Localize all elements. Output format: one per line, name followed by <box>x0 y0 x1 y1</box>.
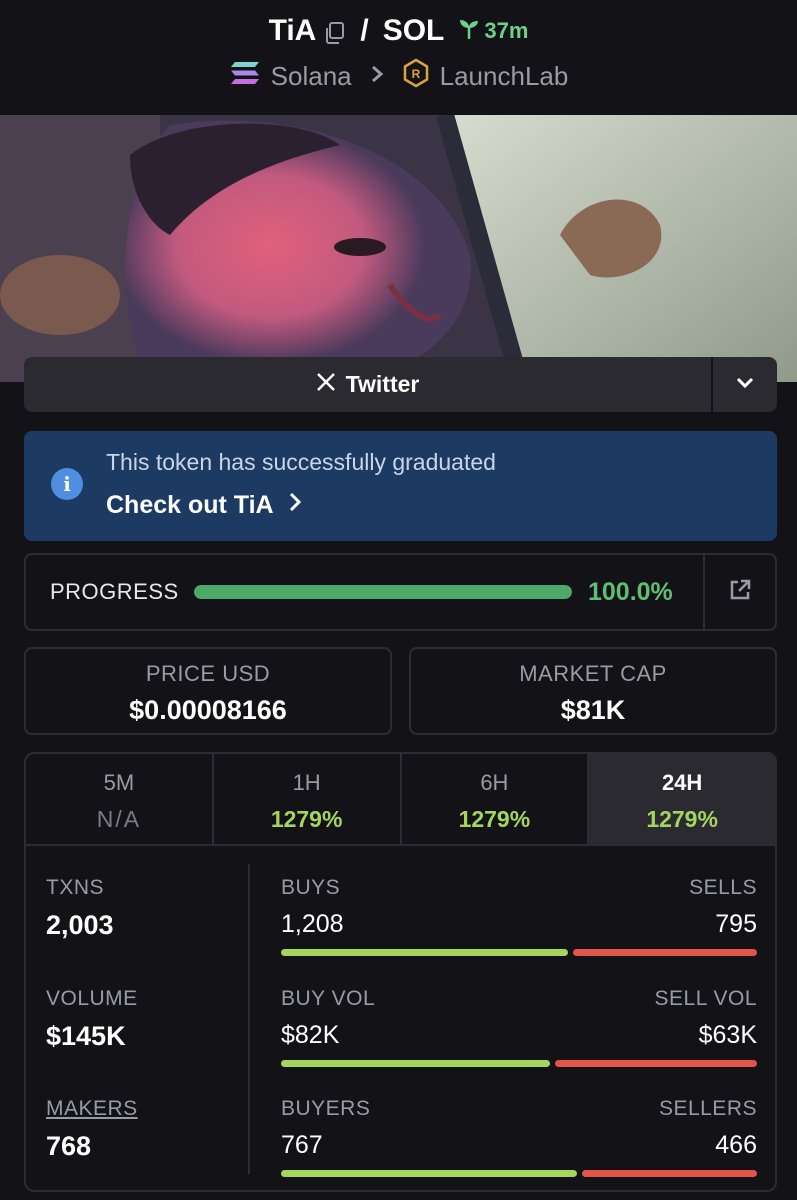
notice-message: This token has successfully graduated <box>106 449 496 475</box>
tab-change: 1279% <box>458 806 531 832</box>
chevron-right-icon <box>370 63 384 91</box>
progress-value: 100.0% <box>588 577 673 606</box>
buy-vol-bar <box>281 1060 551 1067</box>
volume-value: $145K <box>46 1021 126 1051</box>
tab-5m[interactable]: 5M N/A <box>26 754 214 844</box>
token-symbol: TiA <box>268 14 317 47</box>
bonding-progress: PROGRESS 100.0% <box>24 553 777 631</box>
sellers-label: SELLERS <box>658 1097 757 1120</box>
buyers-label: BUYERS <box>281 1097 371 1120</box>
progress-track <box>194 585 572 599</box>
buys-value: 1,208 <box>281 910 344 938</box>
makers-value: 768 <box>46 1131 92 1161</box>
sells-label: SELLS <box>689 876 757 899</box>
makers-link[interactable]: MAKERS <box>46 1097 138 1121</box>
progress-fill <box>194 585 572 599</box>
open-external-button[interactable] <box>703 555 775 629</box>
tab-1h[interactable]: 1H 1279% <box>214 754 402 844</box>
sellers-value: 466 <box>715 1131 757 1159</box>
market-cap-card: MARKET CAP $81K <box>409 647 777 735</box>
txns-value: 2,003 <box>46 910 114 940</box>
sprout-icon <box>458 17 480 45</box>
pair-title: TiA / SOL 37m <box>0 14 797 48</box>
market-cap-value: $81K <box>560 695 626 725</box>
tab-label: 5M <box>103 770 135 795</box>
twitter-label: Twitter <box>345 371 420 397</box>
progress-label: PROGRESS <box>50 579 179 604</box>
quote-symbol: SOL <box>382 14 445 47</box>
expand-socials-button[interactable] <box>713 357 777 412</box>
external-link-icon <box>728 578 752 607</box>
sells-bar <box>573 949 757 956</box>
copy-icon[interactable] <box>324 19 346 44</box>
txns-label: TXNS <box>46 876 105 899</box>
launchlab-icon: R <box>402 58 430 95</box>
pair-header: TiA / SOL 37m Solana R LaunchLab <box>0 0 797 115</box>
volume-split-bar <box>281 1060 757 1067</box>
chain-link[interactable]: Solana <box>271 61 352 92</box>
x-logo-icon <box>316 371 336 398</box>
txns-metric: TXNS 2,003 <box>46 876 114 941</box>
tab-change: 1279% <box>646 806 718 832</box>
market-cap-label: MARKET CAP <box>519 661 667 686</box>
sell-vol-value: $63K <box>698 1021 757 1049</box>
volume-label: VOLUME <box>46 987 138 1010</box>
breadcrumb: Solana R LaunchLab <box>0 58 797 95</box>
buys-bar <box>281 949 569 956</box>
buyers-value: 767 <box>281 1131 323 1159</box>
tab-6h[interactable]: 6H 1279% <box>402 754 590 844</box>
buyers-sellers-row: BUYERS SELLERS 767 466 <box>281 1097 757 1177</box>
sell-vol-label: SELL VOL <box>654 987 757 1010</box>
buys-sells-bar <box>281 949 757 956</box>
trading-stats-panel: 5M N/A 1H 1279% 6H 1279% 24H 1279% TXNS … <box>24 752 777 1192</box>
sell-vol-bar <box>555 1060 757 1067</box>
price-usd-card: PRICE USD $0.00008166 <box>24 647 392 735</box>
solana-icon <box>229 60 261 93</box>
graduated-notice: i This token has successfully graduated … <box>24 431 777 541</box>
buyers-bar <box>281 1170 578 1177</box>
volume-metric: VOLUME $145K <box>46 987 138 1052</box>
volume-split-row: BUY VOL SELL VOL $82K $63K <box>281 987 757 1067</box>
info-icon: i <box>51 468 83 500</box>
check-out-label: Check out TiA <box>106 491 274 519</box>
twitter-button[interactable]: Twitter <box>24 357 713 412</box>
launchpad-link[interactable]: LaunchLab <box>440 61 569 92</box>
social-links-bar: Twitter <box>24 357 777 412</box>
buys-sells-row: BUYS SELLS 1,208 795 <box>281 876 757 956</box>
buyers-sellers-bar <box>281 1170 757 1177</box>
sells-value: 795 <box>715 910 757 938</box>
makers-metric: MAKERS 768 <box>46 1097 138 1162</box>
buy-vol-label: BUY VOL <box>281 987 376 1010</box>
tab-24h[interactable]: 24H 1279% <box>589 754 775 844</box>
chevron-down-icon <box>736 376 754 394</box>
tab-label: 24H <box>661 770 703 795</box>
pair-age: 37m <box>458 17 528 45</box>
age-value: 37m <box>484 18 529 43</box>
tab-label: 1H <box>292 770 321 795</box>
sellers-bar <box>582 1170 757 1177</box>
buy-vol-value: $82K <box>281 1021 340 1049</box>
tab-label: 6H <box>480 770 509 795</box>
buys-label: BUYS <box>281 876 341 899</box>
token-banner-image <box>0 115 797 382</box>
tab-change: N/A <box>96 806 142 832</box>
check-out-link[interactable]: Check out TiA <box>106 491 302 520</box>
timeframe-tabs: 5M N/A 1H 1279% 6H 1279% 24H 1279% <box>26 754 775 846</box>
price-usd-value: $0.00008166 <box>129 695 287 725</box>
svg-text:R: R <box>411 67 420 81</box>
chevron-right-icon <box>288 491 302 520</box>
price-usd-label: PRICE USD <box>145 661 271 686</box>
pair-separator: / <box>360 14 369 47</box>
tab-change: 1279% <box>270 806 343 832</box>
